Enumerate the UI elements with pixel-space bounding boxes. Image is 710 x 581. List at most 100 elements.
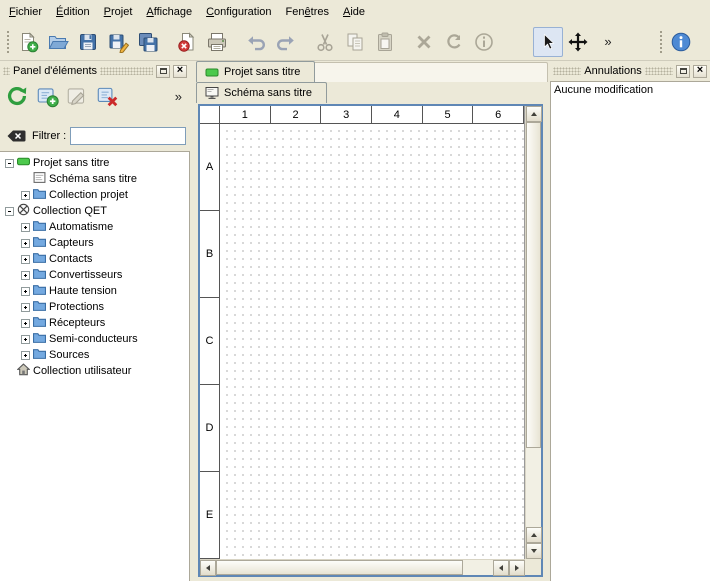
tree-item[interactable]: Collection utilisateur (0, 363, 189, 379)
menu-fichier[interactable]: Fichier (2, 0, 49, 23)
horizontal-scrollbar[interactable] (200, 559, 525, 575)
tree-item[interactable]: Automatisme (0, 219, 189, 235)
scroll-down-button[interactable] (526, 543, 542, 559)
elements-panel-titlebar[interactable]: Panel d'éléments × (0, 63, 190, 79)
close-icon: × (177, 65, 183, 76)
horizontal-scroll-thumb[interactable] (216, 560, 463, 575)
reload-collections-button[interactable] (3, 82, 31, 110)
elements-tree: Projet sans titreSchéma sans titreCollec… (0, 151, 190, 581)
expand-icon[interactable] (21, 223, 30, 232)
scroll-left-button-2[interactable] (493, 560, 509, 576)
tree-item[interactable]: Semi-conducteurs (0, 331, 189, 347)
dock-grip (100, 67, 153, 75)
undo-history-list[interactable]: Aucune modification (550, 81, 710, 581)
about-button[interactable] (666, 27, 696, 57)
select-mode-button[interactable] (533, 27, 563, 57)
folder-tree-icon (33, 235, 46, 248)
scroll-left-button[interactable] (200, 560, 216, 576)
tree-item[interactable]: Schéma sans titre (0, 171, 189, 187)
column-header: 2 (271, 106, 322, 123)
row-header: D (200, 385, 219, 472)
close-panel-button[interactable]: × (693, 65, 707, 78)
close-document-icon (176, 31, 198, 53)
copy-button[interactable] (340, 27, 370, 57)
save-as-icon (107, 31, 129, 53)
cut-button[interactable] (310, 27, 340, 57)
undo-icon (245, 31, 267, 53)
schema-sheet[interactable]: 123456 ABCDE (200, 106, 525, 559)
vertical-scrollbar[interactable] (525, 106, 541, 559)
scroll-right-button[interactable] (509, 560, 525, 576)
float-panel-button[interactable] (156, 65, 170, 78)
expand-icon[interactable] (21, 255, 30, 264)
expand-icon[interactable] (21, 271, 30, 280)
expand-icon[interactable] (21, 239, 30, 248)
panel-overflow-button[interactable]: » (170, 89, 187, 104)
tree-item[interactable]: Projet sans titre (0, 155, 189, 171)
tree-item[interactable]: Collection QET (0, 203, 189, 219)
undo-button[interactable] (241, 27, 271, 57)
expand-icon[interactable] (21, 303, 30, 312)
save-all-icon (137, 31, 159, 53)
tree-item[interactable]: Haute tension (0, 283, 189, 299)
delete-button[interactable] (409, 27, 439, 57)
clear-filter-icon (5, 125, 27, 147)
project-tab-icon (205, 65, 219, 79)
close-document-button[interactable] (172, 27, 202, 57)
redo-button[interactable] (271, 27, 301, 57)
tree-item[interactable]: Récepteurs (0, 315, 189, 331)
menu-configuration[interactable]: Configuration (199, 0, 278, 23)
tree-item[interactable]: Protections (0, 299, 189, 315)
float-panel-button[interactable] (676, 65, 690, 78)
save-as-button[interactable] (103, 27, 133, 57)
new-element-button[interactable] (33, 82, 61, 110)
clear-filter-button[interactable] (4, 126, 28, 146)
undo-panel-titlebar[interactable]: Annulations × (550, 63, 710, 79)
toolbar-grip[interactable] (5, 29, 10, 55)
rotate-button[interactable] (439, 27, 469, 57)
menu-aide[interactable]: Aide (336, 0, 372, 23)
vertical-scroll-thumb[interactable] (526, 122, 541, 448)
open-document-button[interactable] (43, 27, 73, 57)
tree-item[interactable]: Collection projet (0, 187, 189, 203)
expand-icon[interactable] (21, 335, 30, 344)
element-info-button[interactable] (469, 27, 499, 57)
save-button[interactable] (73, 27, 103, 57)
print-button[interactable] (202, 27, 232, 57)
menu-projet[interactable]: Projet (97, 0, 140, 23)
menu-edition[interactable]: Édition (49, 0, 97, 23)
tree-item-label: Protections (49, 301, 104, 313)
scroll-up-button-2[interactable] (526, 527, 542, 543)
expand-icon[interactable] (21, 319, 30, 328)
scroll-track[interactable] (463, 560, 493, 575)
scroll-track[interactable] (526, 448, 541, 527)
tree-item[interactable]: Convertisseurs (0, 267, 189, 283)
tree-item[interactable]: Sources (0, 347, 189, 363)
scroll-up-button[interactable] (526, 106, 542, 122)
expand-icon[interactable] (21, 351, 30, 360)
tree-item[interactable]: Capteurs (0, 235, 189, 251)
edit-element-icon (65, 84, 89, 108)
expand-icon[interactable] (21, 191, 30, 200)
diagram-canvas[interactable] (220, 124, 524, 559)
delete-element-icon (95, 84, 119, 108)
toolbar-overflow-button[interactable]: » (593, 27, 623, 57)
row-header: B (200, 211, 219, 298)
filter-input[interactable] (70, 127, 186, 145)
collapse-icon[interactable] (5, 207, 14, 216)
delete-element-button[interactable] (93, 82, 121, 110)
project-tab[interactable]: Projet sans titre (196, 61, 315, 82)
move-mode-button[interactable] (563, 27, 593, 57)
close-panel-button[interactable]: × (173, 65, 187, 78)
paste-button[interactable] (370, 27, 400, 57)
menu-affichage[interactable]: Affichage (139, 0, 199, 23)
new-document-button[interactable] (13, 27, 43, 57)
schema-tab[interactable]: Schéma sans titre (196, 82, 327, 103)
tree-item[interactable]: Contacts (0, 251, 189, 267)
edit-element-button[interactable] (63, 82, 91, 110)
expand-icon[interactable] (21, 287, 30, 296)
save-all-button[interactable] (133, 27, 163, 57)
menu-fenetres[interactable]: Fenêtres (279, 0, 336, 23)
collapse-icon[interactable] (5, 159, 14, 168)
toolbar-grip[interactable] (658, 29, 663, 55)
